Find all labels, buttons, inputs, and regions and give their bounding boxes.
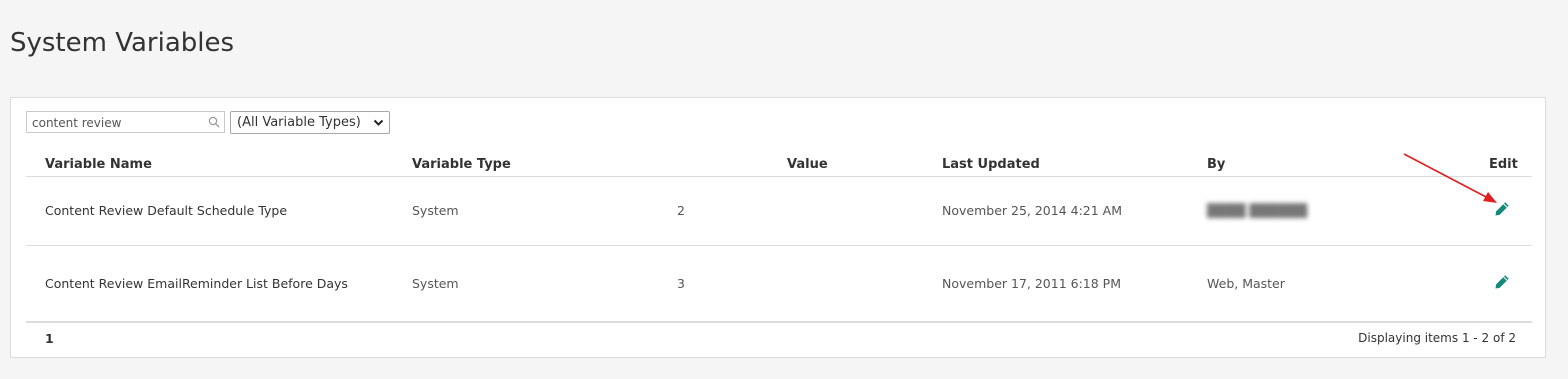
pencil-icon[interactable] [1494,201,1510,217]
column-header-variable-type[interactable]: Variable Type [412,157,511,172]
table-row: Content Review Default Schedule Type Sys… [26,177,1532,246]
variables-panel: (All Variable Types) Variable Name Varia… [10,97,1546,358]
search-icon[interactable] [208,116,220,128]
pager: 1 Displaying items 1 - 2 of 2 [26,321,1532,355]
last-updated-cell: November 17, 2011 6:18 PM [942,276,1122,291]
pencil-icon[interactable] [1494,274,1510,290]
table-header: Variable Name Variable Type Value Last U… [26,152,1532,177]
search-field[interactable] [26,111,225,133]
column-header-last-updated[interactable]: Last Updated [942,157,1040,172]
variable-name-cell: Content Review EmailReminder List Before… [45,276,348,291]
search-input[interactable] [27,113,202,133]
variable-type-cell: System [412,276,459,291]
variable-type-cell: System [412,203,459,218]
variable-type-selected: (All Variable Types) [237,115,361,130]
updated-by-cell: ████ ██████ [1207,203,1308,218]
table-row: Content Review EmailReminder List Before… [26,246,1532,320]
pager-info: Displaying items 1 - 2 of 2 [1358,331,1516,345]
column-header-by[interactable]: By [1207,157,1225,172]
updated-by-cell: Web, Master [1207,276,1285,291]
pager-current-page[interactable]: 1 [45,331,54,346]
variable-type-select[interactable]: (All Variable Types) [230,111,390,134]
last-updated-cell: November 25, 2014 4:21 AM [942,203,1123,218]
chevron-down-icon [373,119,384,126]
page-title: System Variables [10,28,235,58]
value-cell: 3 [677,276,685,291]
column-header-edit: Edit [1489,157,1518,172]
value-cell: 2 [677,203,685,218]
column-header-value[interactable]: Value [787,157,828,172]
column-header-variable-name[interactable]: Variable Name [45,157,152,172]
variable-name-cell: Content Review Default Schedule Type [45,203,288,218]
